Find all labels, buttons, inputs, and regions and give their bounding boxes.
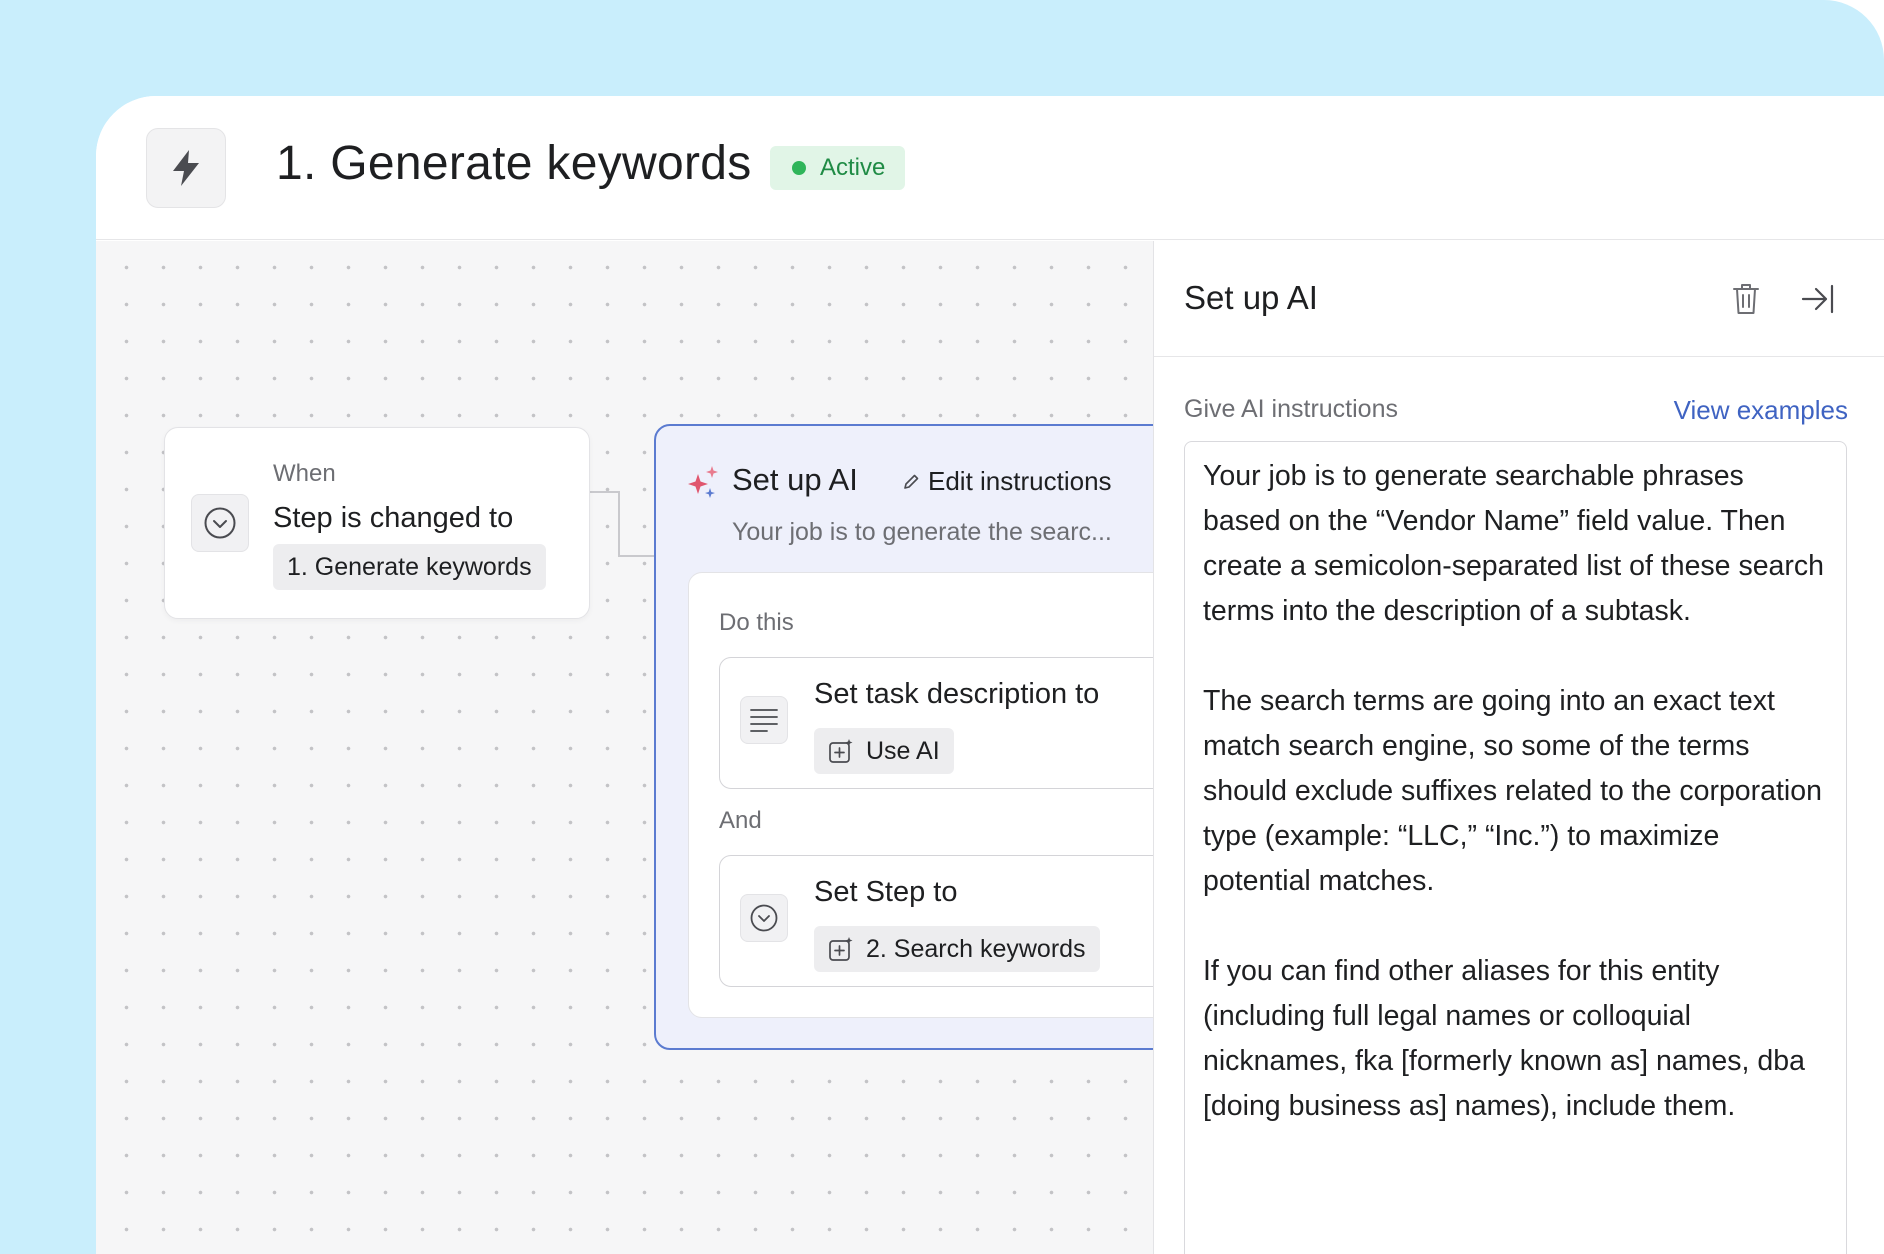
use-ai-chip[interactable]: Use AI bbox=[814, 728, 954, 774]
page-title: 1. Generate keywords bbox=[276, 137, 752, 190]
ai-step-preview: Your job is to generate the searc... bbox=[732, 518, 1112, 546]
edit-instructions-label: Edit instructions bbox=[928, 466, 1112, 496]
delete-button[interactable] bbox=[1724, 277, 1768, 321]
ai-step-card[interactable]: Set up AI Edit instructions Your job is … bbox=[654, 424, 1259, 1050]
status-dot-icon bbox=[792, 161, 806, 175]
app-window: 1. Generate keywords Active When Step is… bbox=[96, 96, 1884, 1254]
panel-title: Set up AI bbox=[1184, 279, 1318, 316]
action-title: Set Step to bbox=[814, 876, 958, 908]
edit-instructions-button[interactable]: Edit instructions bbox=[902, 466, 1112, 497]
do-this-label: Do this bbox=[719, 609, 794, 636]
connector-line-vertical bbox=[618, 491, 620, 557]
connector-line-end bbox=[618, 555, 656, 557]
add-field-icon bbox=[829, 937, 853, 961]
workflow-canvas[interactable]: When Step is changed to 1. Generate keyw… bbox=[96, 241, 1259, 1254]
collapse-right-icon bbox=[1801, 284, 1834, 314]
trigger-condition: Step is changed to bbox=[273, 502, 514, 534]
action-icon-tile bbox=[740, 894, 788, 942]
add-field-icon bbox=[829, 739, 853, 763]
trigger-value-chip[interactable]: 1. Generate keywords bbox=[273, 544, 546, 590]
rule-header: 1. Generate keywords Active bbox=[96, 96, 1884, 240]
trigger-icon-tile bbox=[191, 494, 249, 552]
chevron-down-circle-icon bbox=[750, 904, 778, 932]
search-keywords-label: 2. Search keywords bbox=[866, 934, 1086, 963]
connector-line bbox=[590, 491, 620, 493]
status-text: Active bbox=[820, 154, 886, 181]
setup-ai-panel: Set up AI Give AI instructions View exam… bbox=[1153, 241, 1884, 1254]
trigger-value-label: 1. Generate keywords bbox=[287, 552, 532, 581]
action-icon-tile bbox=[740, 696, 788, 744]
panel-header: Set up AI bbox=[1154, 241, 1884, 357]
pencil-icon bbox=[904, 474, 919, 489]
status-badge: Active bbox=[770, 146, 906, 190]
instructions-label: Give AI instructions bbox=[1184, 395, 1398, 423]
rule-type-button[interactable] bbox=[146, 128, 226, 208]
instructions-textarea[interactable]: Your job is to generate searchable phras… bbox=[1184, 441, 1847, 1254]
collapse-panel-button[interactable] bbox=[1796, 277, 1840, 321]
chevron-down-circle-icon bbox=[204, 507, 236, 539]
trash-icon bbox=[1733, 284, 1759, 314]
view-examples-link[interactable]: View examples bbox=[1674, 395, 1848, 426]
text-lines-icon bbox=[750, 709, 778, 732]
ai-step-title: Set up AI bbox=[732, 462, 858, 497]
action-title: Set task description to bbox=[814, 678, 1100, 710]
and-label: And bbox=[719, 807, 762, 834]
use-ai-label: Use AI bbox=[866, 736, 940, 765]
search-keywords-chip[interactable]: 2. Search keywords bbox=[814, 926, 1100, 972]
when-label: When bbox=[273, 460, 336, 487]
trigger-card[interactable]: When Step is changed to 1. Generate keyw… bbox=[164, 427, 590, 619]
lightning-bolt-icon bbox=[173, 150, 199, 186]
sparkle-icon bbox=[688, 466, 718, 498]
